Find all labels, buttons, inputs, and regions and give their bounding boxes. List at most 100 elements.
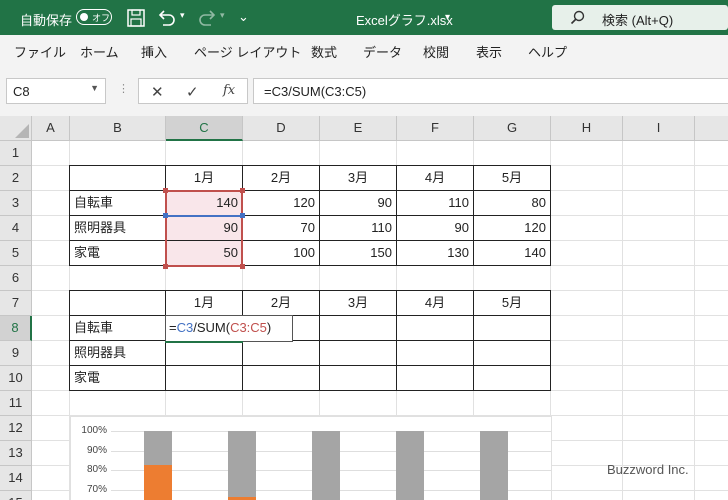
cancel-icon[interactable]: ✕ <box>151 83 164 101</box>
table1-cell-D4[interactable]: 70 <box>243 216 320 241</box>
column-header-H[interactable]: H <box>551 116 623 141</box>
chart-area[interactable]: 100% 90% 80% 70% <box>70 416 552 500</box>
row-header-14[interactable]: 14 <box>0 466 32 491</box>
row-header-6[interactable]: 6 <box>0 266 32 291</box>
select-all-corner[interactable] <box>0 116 32 141</box>
menu-data[interactable]: データ <box>363 42 402 61</box>
table1-label-appliances[interactable]: 家電 <box>69 241 166 266</box>
table1-header-feb[interactable]: 2月 <box>243 165 320 191</box>
row-header-13[interactable]: 13 <box>0 441 32 466</box>
row-header-9[interactable]: 9 <box>0 341 32 366</box>
table1-header-mar[interactable]: 3月 <box>320 165 397 191</box>
chart-bar-orange-1[interactable] <box>144 465 172 500</box>
chart-bar-gray-3[interactable] <box>312 431 340 500</box>
column-header-F[interactable]: F <box>397 116 474 141</box>
table1-cell-G4[interactable]: 120 <box>474 216 551 241</box>
table2-cell-G10[interactable] <box>474 366 551 391</box>
range-handle-icon[interactable] <box>163 188 168 193</box>
table1-cell-G3[interactable]: 80 <box>474 191 551 216</box>
customize-toolbar-icon[interactable]: ⌄ <box>238 9 249 25</box>
enter-icon[interactable]: ✓ <box>186 83 199 101</box>
table2-cell-F10[interactable] <box>397 366 474 391</box>
table2-cell-F8[interactable] <box>397 316 474 341</box>
table2-corner-cell[interactable] <box>69 290 166 316</box>
formula-bar[interactable]: =C3/SUM(C3:C5) <box>253 78 728 104</box>
table1-cell-E5[interactable]: 150 <box>320 241 397 266</box>
insert-function-icon[interactable]: fx <box>223 83 235 98</box>
undo-dropdown-icon[interactable]: ▾ <box>180 10 185 21</box>
column-header-C[interactable]: C <box>166 116 243 141</box>
column-header-I[interactable]: I <box>623 116 695 141</box>
row-header-2[interactable]: 2 <box>0 166 32 191</box>
table2-cell-D9[interactable] <box>243 341 320 366</box>
table2-cell-E9[interactable] <box>320 341 397 366</box>
search-box[interactable]: 検索 (Alt+Q) <box>552 5 728 30</box>
row-header-10[interactable]: 10 <box>0 366 32 391</box>
row-header-4[interactable]: 4 <box>0 216 32 241</box>
save-icon[interactable] <box>125 7 147 29</box>
table2-cell-E8[interactable] <box>320 316 397 341</box>
table1-corner-cell[interactable] <box>69 165 166 191</box>
table1-label-bicycle[interactable]: 自転車 <box>69 191 166 216</box>
column-header-B[interactable]: B <box>70 116 166 141</box>
table2-cell-F9[interactable] <box>397 341 474 366</box>
table2-header-mar[interactable]: 3月 <box>320 290 397 316</box>
row-header-3[interactable]: 3 <box>0 191 32 216</box>
row-header-7[interactable]: 7 <box>0 291 32 316</box>
chart-bar-gray-4[interactable] <box>396 431 424 500</box>
table2-cell-G9[interactable] <box>474 341 551 366</box>
active-cell-C8[interactable]: =C3/SUM(C3:C5) <box>165 315 293 342</box>
splitter-dots-icon[interactable]: ⋮ <box>118 82 129 95</box>
autosave-toggle[interactable]: オフ <box>76 9 112 25</box>
menu-review[interactable]: 校閲 <box>423 42 449 61</box>
undo-icon[interactable] <box>155 7 177 29</box>
table1-cell-F4[interactable]: 90 <box>397 216 474 241</box>
filename-dropdown-icon[interactable]: ▾ <box>445 12 450 23</box>
row-header-5[interactable]: 5 <box>0 241 32 266</box>
row-header-8[interactable]: 8 <box>0 316 32 341</box>
table2-cell-G8[interactable] <box>474 316 551 341</box>
menu-file[interactable]: ファイル <box>14 42 66 61</box>
table1-cell-F3[interactable]: 110 <box>397 191 474 216</box>
table1-cell-D3[interactable]: 120 <box>243 191 320 216</box>
redo-dropdown-icon[interactable]: ▾ <box>220 10 225 21</box>
table1-label-lighting[interactable]: 照明器具 <box>69 216 166 241</box>
column-header-D[interactable]: D <box>243 116 320 141</box>
range-handle-icon[interactable] <box>240 213 245 218</box>
table2-header-apr[interactable]: 4月 <box>397 290 474 316</box>
table1-cell-E4[interactable]: 110 <box>320 216 397 241</box>
table2-header-jan[interactable]: 1月 <box>166 290 243 316</box>
table2-cell-C10[interactable] <box>166 366 243 391</box>
menu-view[interactable]: 表示 <box>476 42 502 61</box>
worksheet-grid[interactable]: A B C D E F G H I 1 2 3 4 5 6 7 8 9 10 1… <box>0 116 728 500</box>
menu-help[interactable]: ヘルプ <box>528 42 567 61</box>
name-box[interactable]: C8 ▼ <box>6 78 106 104</box>
row-header-1[interactable]: 1 <box>0 141 32 166</box>
table2-cell-C9[interactable] <box>166 341 243 366</box>
column-header-A[interactable]: A <box>32 116 70 141</box>
name-box-dropdown-icon[interactable]: ▼ <box>90 83 99 93</box>
menu-home[interactable]: ホーム <box>80 42 119 61</box>
table2-cell-D10[interactable] <box>243 366 320 391</box>
redo-icon[interactable] <box>197 7 219 29</box>
row-header-12[interactable]: 12 <box>0 416 32 441</box>
row-header-15[interactable]: 15 <box>0 491 32 500</box>
chart-bar-gray-2[interactable] <box>228 431 256 500</box>
table2-label-lighting[interactable]: 照明器具 <box>69 341 166 366</box>
range-handle-icon[interactable] <box>163 213 168 218</box>
column-header-G[interactable]: G <box>474 116 551 141</box>
table2-label-bicycle[interactable]: 自転車 <box>69 316 166 341</box>
table1-cell-D5[interactable]: 100 <box>243 241 320 266</box>
range-handle-icon[interactable] <box>240 264 245 269</box>
table1-header-jan[interactable]: 1月 <box>166 165 243 191</box>
table2-header-may[interactable]: 5月 <box>474 290 551 316</box>
table1-header-may[interactable]: 5月 <box>474 165 551 191</box>
file-name[interactable]: Excelグラフ.xlsx <box>356 10 453 29</box>
menu-page-layout[interactable]: ページ レイアウト <box>194 42 301 61</box>
table2-cell-E10[interactable] <box>320 366 397 391</box>
range-handle-icon[interactable] <box>163 264 168 269</box>
table1-header-apr[interactable]: 4月 <box>397 165 474 191</box>
table1-cell-F5[interactable]: 130 <box>397 241 474 266</box>
chart-bar-gray-5[interactable] <box>480 431 508 500</box>
menu-formulas[interactable]: 数式 <box>311 42 337 61</box>
